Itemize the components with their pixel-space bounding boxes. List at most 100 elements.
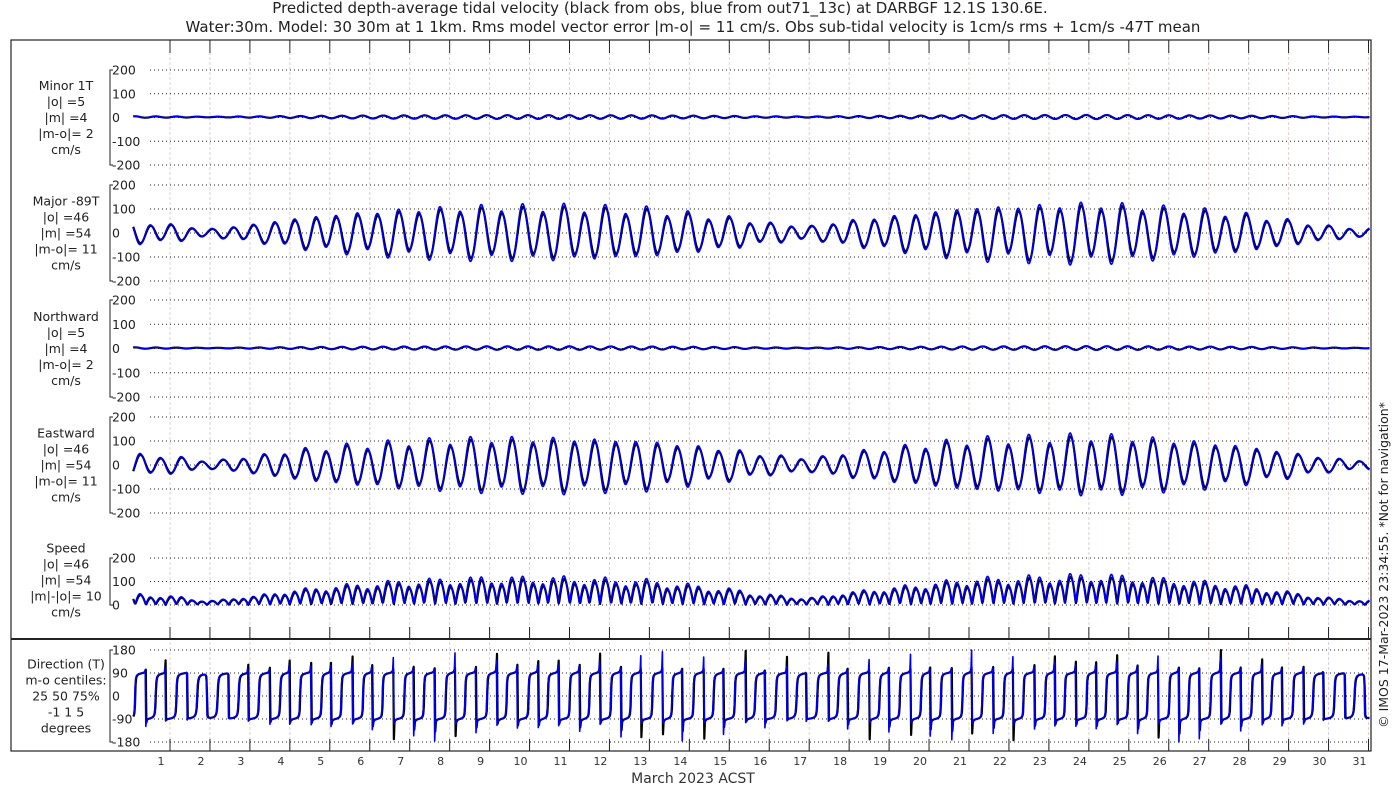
y-tick-label: 0 <box>112 689 120 704</box>
panel-label-line: |m-o|= 2 <box>38 126 93 141</box>
y-tick-label: -200 <box>112 390 140 405</box>
panels: 2001000-100-200Minor 1T|o| =5|m| =4|m-o|… <box>25 63 1371 750</box>
x-tick-label: 26 <box>1153 755 1167 768</box>
panel-label-line: Speed <box>46 541 85 556</box>
x-tick-label: 13 <box>633 755 647 768</box>
chart-subtitle: Water:30m. Model: 30 30m at 1 1km. Rms m… <box>186 18 1201 36</box>
x-tick-label: 6 <box>357 755 364 768</box>
x-tick-label: 20 <box>913 755 927 768</box>
x-tick-label: 22 <box>993 755 1007 768</box>
panel-label-line: |o| =5 <box>47 325 85 340</box>
x-tick-label: 4 <box>277 755 284 768</box>
x-tick-label: 9 <box>477 755 484 768</box>
major-model-line <box>132 201 1370 266</box>
y-tick-label: 100 <box>112 317 136 332</box>
x-tick-label: 19 <box>873 755 887 768</box>
y-tick-label: -200 <box>112 158 140 173</box>
y-tick-label: -100 <box>112 134 140 149</box>
copyright-note: © IMOS 17-Mar-2023 23:34:55. *Not for na… <box>1376 402 1391 728</box>
panel-label-line: Minor 1T <box>39 78 94 93</box>
x-tick-label: 17 <box>793 755 807 768</box>
x-tick-label: 16 <box>753 755 767 768</box>
y-tick-label: 100 <box>112 434 136 449</box>
panel-label-line: 25 50 75% <box>32 689 100 704</box>
panel-label-line: cm/s <box>51 605 81 620</box>
x-tick-label: 28 <box>1233 755 1247 768</box>
panel-label-line: degrees <box>41 721 91 736</box>
panel-minor: 200 100 0 -100 -200 Minor 1T|o| =5|m| =4|m-o|… <box>38 63 1371 173</box>
panel-label-line: Northward <box>33 309 99 324</box>
y-tick-label: -180 <box>112 735 140 750</box>
panel-label-line: cm/s <box>51 142 81 157</box>
plot-frame <box>10 39 1372 752</box>
x-tick-label: 5 <box>317 755 324 768</box>
x-tick-label: 27 <box>1193 755 1207 768</box>
y-tick-label: 200 <box>112 410 136 425</box>
x-tick-label: 18 <box>833 755 847 768</box>
x-tick-label: 8 <box>437 755 444 768</box>
panel-label-line: Direction (T) <box>27 657 105 672</box>
y-tick-label: 0 <box>112 458 120 473</box>
panel-label-line: |m|-|o|= 10 <box>30 589 102 604</box>
panel-label-line: cm/s <box>51 258 81 273</box>
panel-label-line: cm/s <box>51 490 81 505</box>
y-tick-label: 90 <box>112 666 128 681</box>
y-tick-label: 200 <box>112 178 136 193</box>
y-tick-label: -90 <box>112 712 132 727</box>
y-tick-label: 0 <box>112 226 120 241</box>
x-tick-label: 30 <box>1313 755 1327 768</box>
direction-obs-line <box>132 648 1371 742</box>
x-tick-label: 21 <box>953 755 967 768</box>
x-tick-label: 12 <box>593 755 607 768</box>
y-tick-label: 100 <box>112 574 136 589</box>
y-tick-label: 200 <box>112 293 136 308</box>
y-tick-label: 200 <box>112 63 136 78</box>
panel-label-line: |o| =46 <box>43 557 89 572</box>
x-tick-label: 3 <box>237 755 244 768</box>
panel-eastward: 200 100 0 -100 -200 Eastward|o| =46|m| =54|m-… <box>34 410 1371 521</box>
x-tick-labels: 1 2 3 4 5 6 7 8 9 10 11 12 13 14 15 16 17 18 19 20 21 22 23 24 2… <box>158 755 1367 768</box>
panel-label-line: -1 1 5 <box>48 705 84 720</box>
panel-label-line: |m| =4 <box>45 341 88 356</box>
panel-label-line: |m-o|= 11 <box>34 474 97 489</box>
y-tick-label: -200 <box>112 274 140 289</box>
y-tick-label: -100 <box>112 365 140 380</box>
y-tick-label: 0 <box>112 341 120 356</box>
x-tick-label: 7 <box>397 755 404 768</box>
panel-label-line: |o| =5 <box>47 94 85 109</box>
eastward-model-line <box>132 432 1370 497</box>
y-tick-label: 100 <box>112 202 136 217</box>
x-tick-label: 24 <box>1073 755 1087 768</box>
panel-label-line: Major -89T <box>33 194 100 209</box>
x-axis-label: March 2023 ACST <box>631 771 755 787</box>
panel-label-line: |m| =4 <box>45 110 88 125</box>
panel-label-line: m-o centiles: <box>25 673 106 688</box>
panel-label-line: |m| =54 <box>41 226 92 241</box>
y-tick-label: 180 <box>112 643 136 658</box>
x-tick-label: 31 <box>1353 755 1367 768</box>
x-tick-label: 2 <box>197 755 204 768</box>
x-tick-label: 15 <box>713 755 727 768</box>
chart-title: Predicted depth-average tidal velocity (… <box>272 0 1047 18</box>
x-tick-label: 25 <box>1113 755 1127 768</box>
panel-major: 200 100 0 -100 -200 Major -89T|o| =46|m| =54|… <box>33 178 1371 289</box>
y-tick-label: 0 <box>112 110 120 125</box>
x-tick-label: 29 <box>1273 755 1287 768</box>
x-tick-label: 11 <box>554 755 568 768</box>
panel-label-line: Eastward <box>37 426 95 441</box>
x-tick-label: 1 <box>158 755 165 768</box>
y-tick-label: 200 <box>112 551 136 566</box>
y-tick-label: -200 <box>112 506 140 521</box>
panel-label-line: cm/s <box>51 373 81 388</box>
x-tick-label: 14 <box>673 755 687 768</box>
x-tick-label: 10 <box>514 755 528 768</box>
panel-label-line: |m-o|= 11 <box>34 242 97 257</box>
panel-label-line: |o| =46 <box>43 210 89 225</box>
grid <box>169 40 1369 751</box>
panel-label-line: |m| =54 <box>41 458 92 473</box>
y-tick-label: 0 <box>112 598 120 613</box>
panel-label-line: |m| =54 <box>41 573 92 588</box>
panel-northward: 200 100 0 -100 -200 Northward|o| =5|m| =4|m-o… <box>33 293 1371 405</box>
tidal-velocity-chart: Predicted depth-average tidal velocity (… <box>10 0 1391 787</box>
y-tick-label: 100 <box>112 86 136 101</box>
